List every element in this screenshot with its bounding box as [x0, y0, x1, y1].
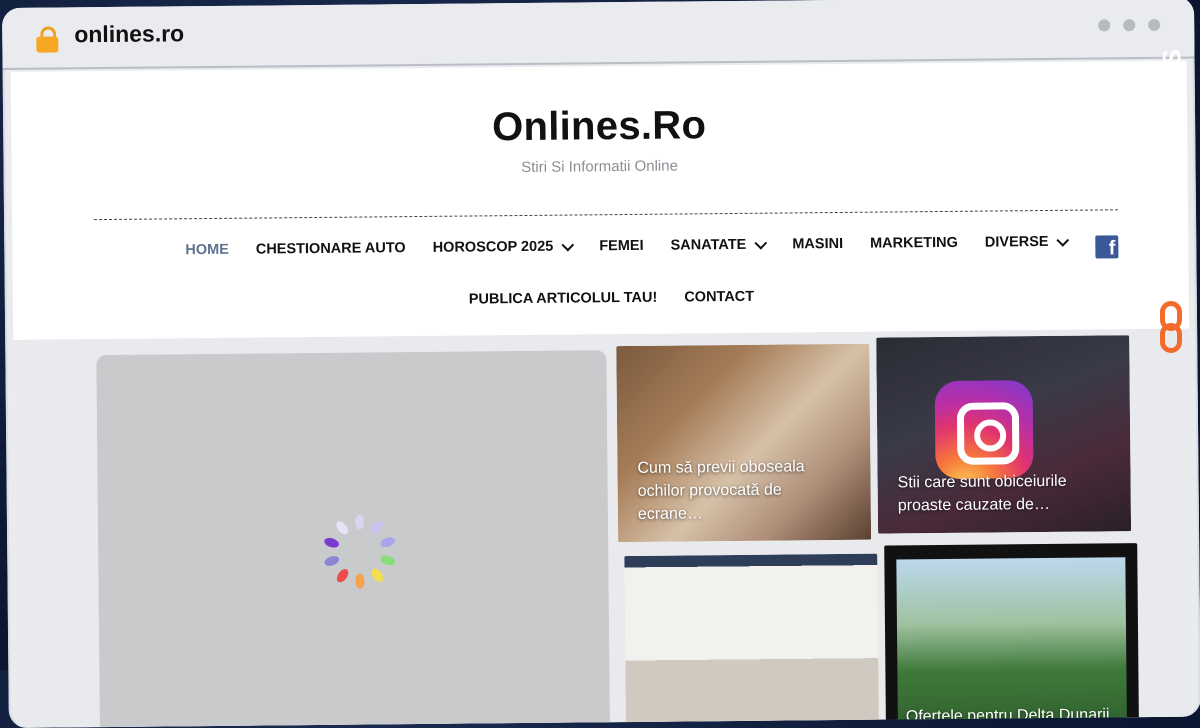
featured-content: Cum să previi oboseala ochilor provocată…: [13, 329, 1193, 728]
browser-window: onlines.ro Onlines.Ro Stiri Si Informati…: [2, 0, 1200, 728]
chain-link-icon: [1160, 301, 1182, 353]
site-tagline: Stiri Si Informatii Online: [11, 153, 1187, 181]
brand-text: GUESTPOSTLINKS: [1159, 35, 1188, 305]
nav-item-label: CHESTIONARE AUTO: [256, 240, 406, 257]
address-bar[interactable]: onlines.ro: [2, 0, 1195, 70]
nav-item-femei[interactable]: FEMEI: [599, 238, 643, 254]
nav-item-diverse[interactable]: DIVERSE: [985, 234, 1068, 251]
nav-item-chestionare-auto[interactable]: CHESTIONARE AUTO: [256, 240, 406, 257]
nav-item-label: HOME: [185, 242, 229, 258]
guestpostlinks-watermark: GUESTPOSTLINKS: [1156, 55, 1190, 355]
nav-item-marketing[interactable]: MARKETING: [870, 235, 958, 252]
nav-item-label: SANATATE: [671, 237, 747, 254]
article-title[interactable]: Cum să previi oboseala ochilor provocată…: [637, 455, 851, 526]
chevron-down-icon[interactable]: [754, 236, 767, 249]
nav-item-label: MARKETING: [870, 235, 958, 252]
lock-icon: [36, 26, 58, 52]
article-card[interactable]: [624, 554, 879, 728]
web-page: Onlines.Ro Stiri Si Informatii Online HO…: [11, 61, 1193, 728]
hero-slider-loading[interactable]: [96, 350, 610, 728]
nav-item-label: MASINI: [792, 236, 843, 252]
chevron-down-icon[interactable]: [561, 238, 574, 251]
nav-row-secondary: PUBLICA ARTICOLUL TAU! CONTACT: [469, 289, 781, 308]
instagram-logo-icon: [935, 380, 1034, 479]
nav-item-home[interactable]: HOME: [185, 242, 229, 258]
article-card[interactable]: Stii care sunt obiceiurile proaste cauza…: [876, 335, 1131, 533]
nav-item-label: PUBLICA ARTICOLUL TAU!: [469, 290, 658, 308]
url-text[interactable]: onlines.ro: [74, 20, 184, 48]
nav-item-label: HOROSCOP 2025: [433, 239, 554, 256]
site-title[interactable]: Onlines.Ro: [11, 99, 1187, 155]
nav-item-masini[interactable]: MASINI: [792, 236, 843, 252]
article-card[interactable]: Cum să previi oboseala ochilor provocată…: [616, 344, 871, 542]
nav-item-horoscop-2025[interactable]: HOROSCOP 2025: [433, 239, 573, 256]
nav-item-label: CONTACT: [684, 289, 754, 306]
window-dot-icon[interactable]: [1098, 19, 1110, 31]
loading-spinner-icon: [320, 512, 401, 593]
article-card[interactable]: Ofertele pentru Delta Dunarii de: [884, 543, 1139, 728]
nav-item-publica-articolul-tau[interactable]: PUBLICA ARTICOLUL TAU!: [469, 290, 658, 308]
article-title[interactable]: Ofertele pentru Delta Dunarii de: [906, 703, 1119, 728]
window-dot-icon[interactable]: [1148, 19, 1160, 31]
nav-item-sanatate[interactable]: SANATATE: [671, 237, 766, 254]
article-image: [624, 554, 879, 728]
window-dot-icon[interactable]: [1123, 19, 1135, 31]
nav-row-primary: HOME CHESTIONARE AUTO HOROSCOP 2025 FEMEI SA…: [185, 234, 1094, 259]
facebook-icon[interactable]: f: [1095, 235, 1118, 258]
nav-item-contact[interactable]: CONTACT: [684, 289, 754, 306]
window-controls: [1098, 19, 1160, 32]
article-title[interactable]: Stii care sunt obiceiurile proaste cauza…: [897, 469, 1110, 517]
article-image: [896, 557, 1127, 728]
nav-item-label: FEMEI: [599, 238, 643, 254]
header-divider: [94, 209, 1118, 220]
nav-item-label: DIVERSE: [985, 234, 1049, 251]
main-navigation: HOME CHESTIONARE AUTO HOROSCOP 2025 FEMEI SA…: [12, 221, 1189, 322]
chevron-down-icon[interactable]: [1057, 233, 1070, 246]
